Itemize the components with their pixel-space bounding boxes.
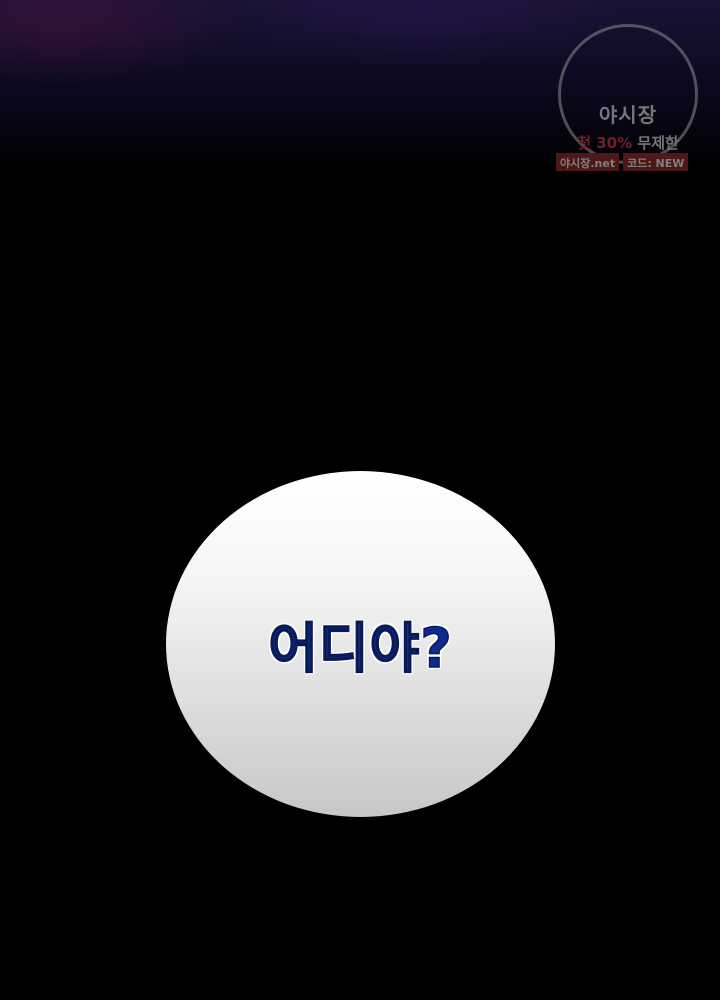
speech-bubble: 어디야? [166,471,555,817]
watermark-title: 야시장 [598,103,658,127]
watermark-promo-rest: 무제한 [637,134,679,152]
comic-panel: 야시장 첫 30% 무제한 야시장.net 코드: NEW 어디야? [0,0,720,1000]
watermark-site: 야시장.net [556,153,620,171]
speech-bubble-text: 어디야? [268,616,453,681]
watermark-promo: 첫 30% 무제한 [552,132,704,153]
watermark-logo: 야시장 첫 30% 무제한 야시장.net 코드: NEW [552,24,712,174]
watermark-code: 코드: NEW [623,153,689,171]
watermark-promo-first: 첫 [577,134,592,152]
watermark-footer: 야시장.net 코드: NEW [556,153,689,171]
watermark-promo-discount: 30% [596,134,633,152]
